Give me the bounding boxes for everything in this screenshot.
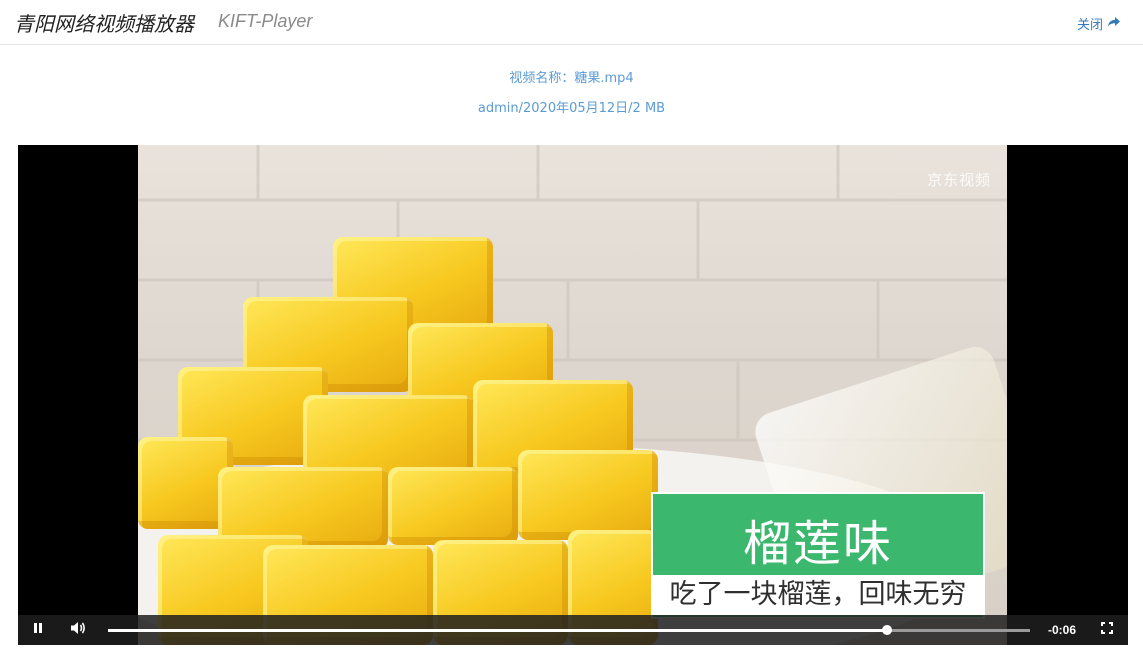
pause-icon [32,621,44,639]
fullscreen-button[interactable] [1092,615,1122,645]
video-name: 视频名称：糖果.mp4 [509,71,634,86]
close-button[interactable]: 关闭 [1077,14,1121,33]
video-meta: admin/2020年05月12日/2 MB [477,101,666,116]
fullscreen-icon [1101,621,1113,639]
progress-fill [108,629,888,632]
pause-button[interactable] [23,615,53,645]
progress-handle[interactable] [882,625,893,635]
caption-sub-text: 吃了一块榴莲，回味无穷 [653,575,983,615]
player-controls: -0:06 [18,615,1128,645]
caption-main-text: 榴莲味 [742,516,893,572]
app-subtitle: KIFT-Player [218,11,313,31]
share-arrow-icon [1107,16,1121,32]
volume-icon [70,621,86,640]
time-remaining: -0:06 [1048,623,1077,637]
video-caption: 榴莲味 吃了一块榴莲，回味无穷 [651,492,985,619]
video-frame[interactable]: 京东视频 榴莲味 吃了一块榴莲，回味无穷 [138,145,1007,645]
candy-cube [518,450,658,540]
progress-bar[interactable] [108,625,1030,635]
video-watermark: 京东视频 [926,171,991,189]
video-player[interactable]: 京东视频 榴莲味 吃了一块榴莲，回味无穷 -0:06 [18,145,1128,645]
candy-cube [388,467,518,545]
close-label: 关闭 [1076,18,1103,33]
app-title: 青阳网络视频播放器 [14,12,194,36]
player-header: 青阳网络视频播放器 KIFT-Player 关闭 [0,0,1143,45]
volume-button[interactable] [63,615,93,645]
